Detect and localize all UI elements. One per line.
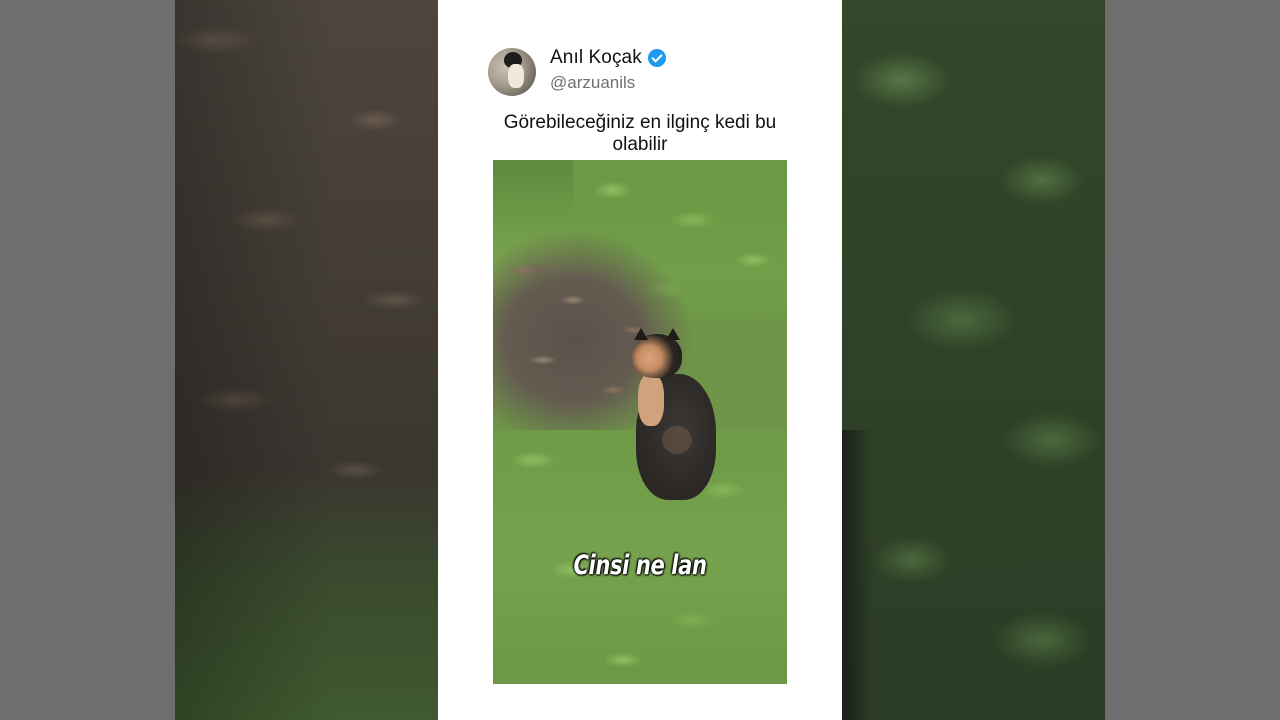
post-header: Anıl Koçak @arzuanils: [488, 46, 788, 98]
name-row: Anıl Koçak: [550, 46, 666, 70]
video-subtitle: Cinsi ne lan: [573, 550, 707, 581]
avatar-cat-body: [508, 64, 524, 88]
right-dark-strip: [842, 430, 872, 720]
cat-ear-right: [666, 328, 680, 340]
author-name[interactable]: Anıl Koçak: [550, 47, 642, 69]
cat-chest: [638, 374, 664, 426]
post-caption: Görebileceğiniz en ilginç kedi bu olabil…: [503, 112, 777, 155]
cat-head: [632, 334, 682, 378]
tweet-card: Anıl Koçak @arzuanils Görebileceğiniz en…: [438, 0, 842, 720]
cat-figure: [628, 328, 718, 504]
left-shade: [175, 0, 438, 720]
video-player[interactable]: Cinsi ne lan: [493, 160, 787, 684]
avatar[interactable]: [488, 48, 536, 96]
author-handle[interactable]: @arzuanils: [550, 73, 635, 93]
blurred-background-left: [175, 0, 438, 720]
verified-badge-icon: [647, 49, 666, 67]
blurred-background-right: [842, 0, 1105, 720]
cat-ear-left: [634, 328, 648, 340]
